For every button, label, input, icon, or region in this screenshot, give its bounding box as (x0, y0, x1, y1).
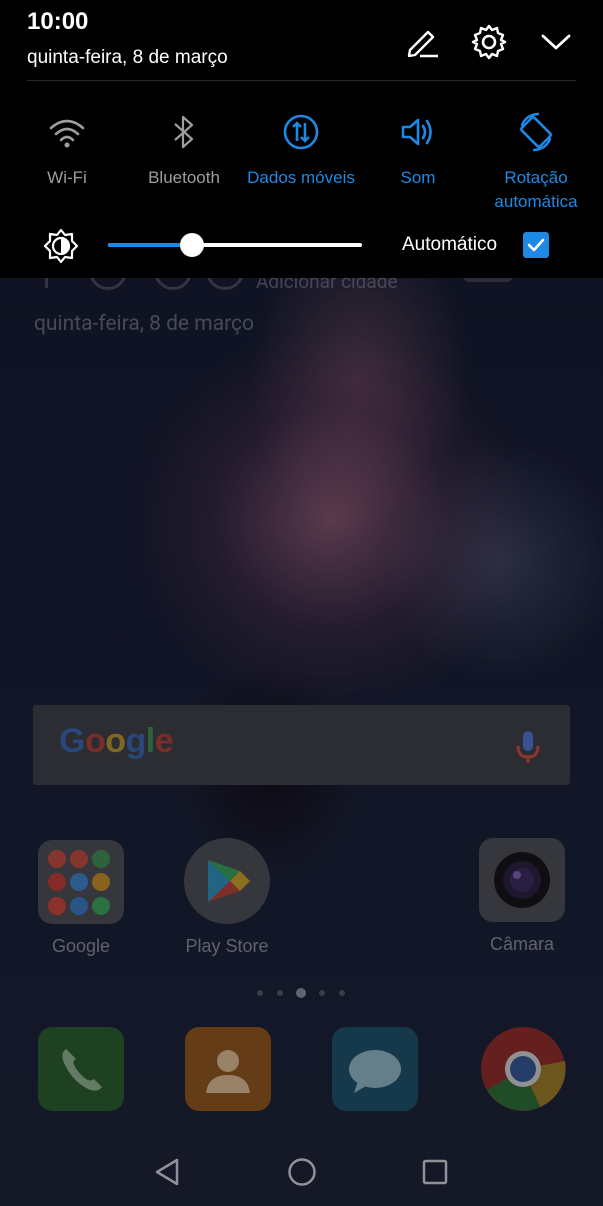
brightness-icon (43, 228, 79, 264)
toggle-label: Wi-Fi (47, 168, 87, 187)
toggle-sound[interactable]: Som (358, 110, 478, 190)
edit-icon[interactable] (402, 22, 442, 62)
brightness-slider[interactable] (108, 232, 362, 258)
mobile-data-icon (283, 114, 319, 150)
toggle-label: Bluetooth (148, 168, 220, 187)
bluetooth-icon (174, 115, 194, 149)
collapse-icon[interactable] (536, 22, 576, 62)
status-date: quinta-feira, 8 de março (27, 47, 228, 68)
settings-icon[interactable] (469, 22, 509, 62)
toggle-auto-rotate[interactable]: Rotação automática (476, 110, 596, 214)
auto-brightness-label: Automático (402, 234, 498, 255)
wifi-icon (49, 119, 85, 148)
divider (27, 80, 576, 81)
slider-thumb[interactable] (180, 233, 204, 257)
toggle-label: Rotação automática (494, 168, 578, 211)
auto-brightness-checkbox[interactable] (523, 232, 549, 258)
toggle-wifi[interactable]: Wi-Fi (7, 110, 127, 190)
status-time: 10:00 (27, 8, 89, 35)
toggle-mobile-data[interactable]: Dados móveis (241, 110, 361, 190)
auto-rotate-icon (519, 112, 553, 152)
toggle-label: Som (400, 168, 436, 187)
sound-icon (401, 118, 432, 146)
toggle-bluetooth[interactable]: Bluetooth (124, 110, 244, 190)
toggle-label: Dados móveis (247, 168, 355, 187)
notification-shade: 10:00 quinta-feira, 8 de março Wi-Fi Blu… (0, 0, 603, 278)
